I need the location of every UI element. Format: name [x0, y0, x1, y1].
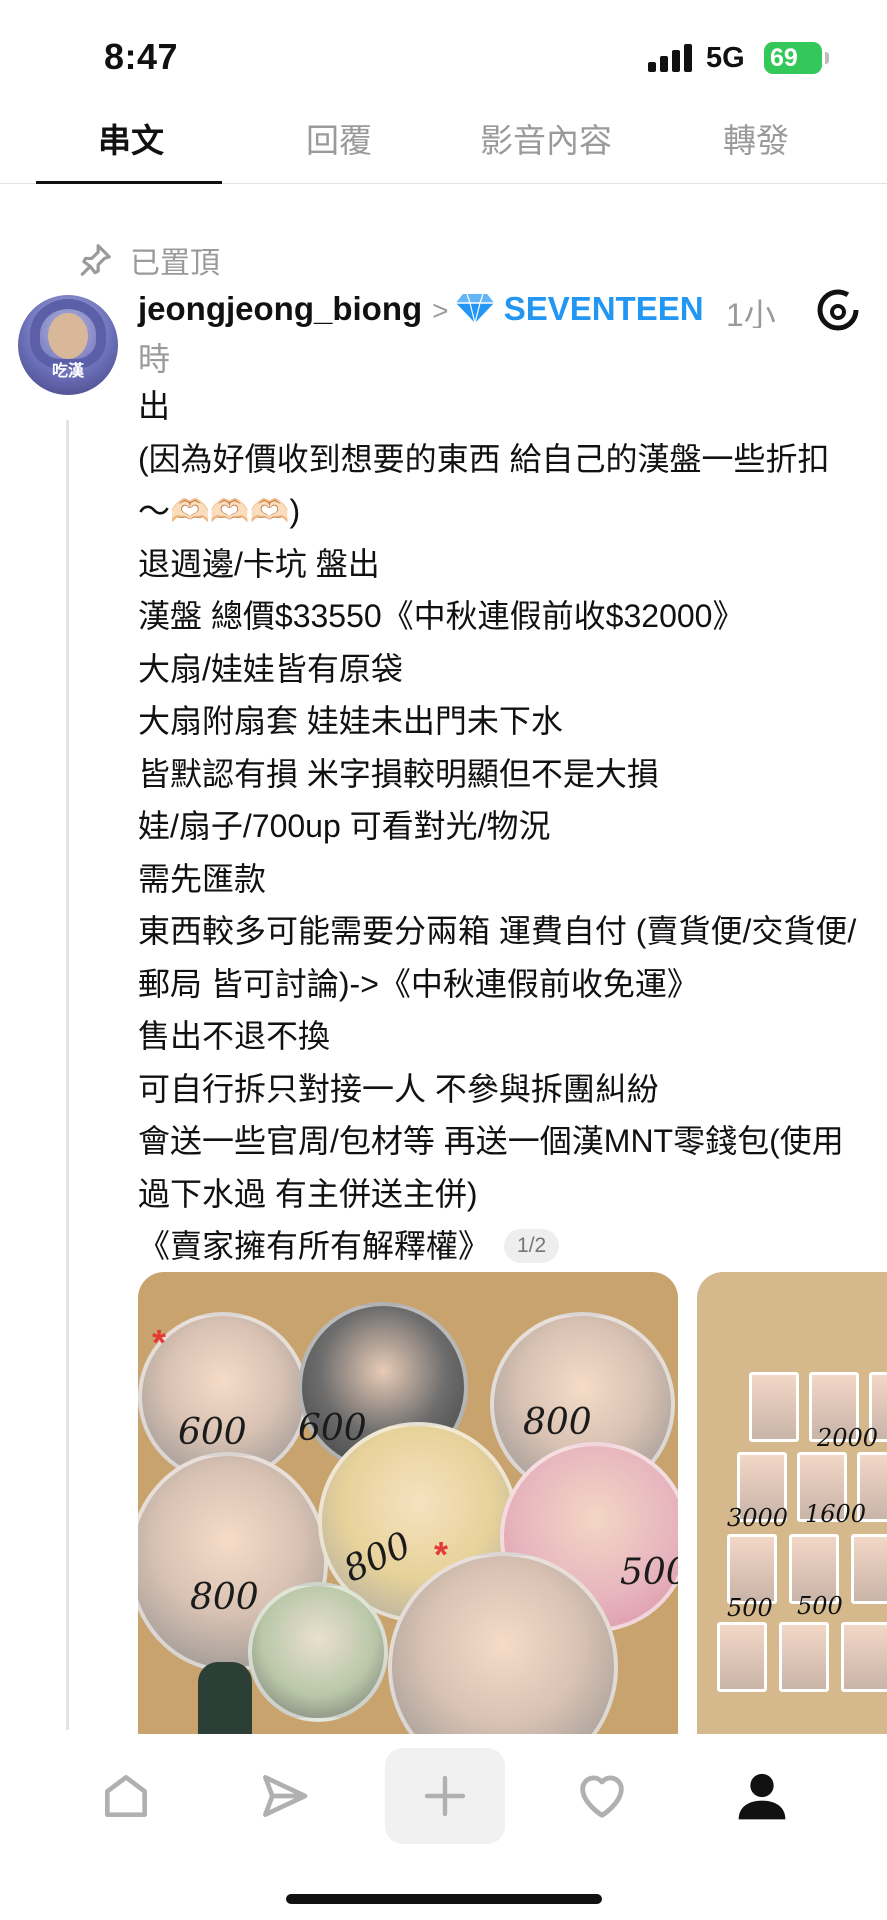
new-post-button[interactable]: [385, 1748, 505, 1844]
post-line: 《賣家擁有所有解釋權》: [138, 1228, 491, 1264]
post-header: jeongjeong_biong > SEVENTEEN: [138, 290, 798, 332]
tab-threads[interactable]: 串文: [98, 114, 164, 162]
post-line: 娃/扇子/700up 可看對光/物況: [138, 808, 551, 844]
pin-icon: [80, 244, 111, 276]
threads-logo-icon[interactable]: [816, 288, 860, 332]
post-body: 出 (因為好價收到想要的東西 給自己的漢盤一些折扣～🫶🏻🫶🏻🫶🏻) 退週邊/卡坑…: [138, 380, 860, 1273]
post-line: 東西較多可能需要分兩箱 運費自付 (賣貨便/交貨便/郵局 皆可討論)->《中秋連…: [138, 913, 857, 1002]
post-line: 皆默認有損 米字損較明顯但不是大損: [138, 755, 659, 792]
post-line: 退週邊/卡坑 盤出: [138, 545, 380, 582]
battery-icon: 69: [764, 42, 829, 74]
tab-replies[interactable]: 回覆: [306, 114, 372, 162]
image-counter: 1/2: [504, 1229, 560, 1263]
pinned-label: 已置頂: [130, 247, 220, 280]
post-line: 大扇附扇套 娃娃未出門未下水: [138, 703, 563, 739]
heart-icon[interactable]: [542, 1736, 662, 1856]
post-image-fans[interactable]: * * 600 600 800 800 800 500: [138, 1272, 678, 1734]
signal-icon: [648, 44, 692, 72]
price-label: 2000: [817, 1424, 879, 1452]
status-time: 8:47: [104, 36, 179, 77]
star-mark: *: [152, 1322, 167, 1363]
price-label: 600: [178, 1412, 247, 1453]
avatar[interactable]: 吃漢: [18, 295, 118, 395]
home-indicator: [286, 1894, 602, 1904]
post-line: 會送一些官周/包材等 再送一個漢MNT零錢包(使用過下水過 有主併送主併): [138, 1123, 844, 1212]
post-line: 可自行拆只對接一人 不參與拆團糾紛: [138, 1070, 659, 1107]
chevron-right-icon: >: [432, 295, 449, 326]
price-label: 1600: [805, 1500, 867, 1528]
profile-tabs: 串文 回覆 影音內容 轉發: [0, 96, 887, 184]
post-time-wrap: 時: [138, 341, 171, 377]
price-label: 500: [620, 1552, 678, 1593]
post-line: (因為好價收到想要的東西 給自己的漢盤一些折扣～🫶🏻🫶🏻🫶🏻): [138, 440, 830, 530]
diamond-icon: [455, 292, 495, 332]
price-label: 600: [298, 1408, 367, 1449]
post-line: 需先匯款: [138, 860, 267, 897]
plus-icon: [424, 1775, 466, 1817]
bottom-nav: [0, 1736, 887, 1920]
post-line: 漢盤 總價$33550《中秋連假前收$32000》: [138, 598, 745, 634]
tab-media[interactable]: 影音內容: [480, 114, 612, 162]
network-type: 5G: [706, 42, 745, 74]
price-label: 500: [727, 1594, 773, 1622]
profile-icon[interactable]: [702, 1736, 822, 1856]
tab-reposts[interactable]: 轉發: [723, 114, 789, 162]
username[interactable]: jeongjeong_biong: [138, 290, 422, 327]
price-label: 800: [190, 1577, 259, 1618]
send-icon[interactable]: [224, 1736, 344, 1856]
star-mark: *: [434, 1534, 449, 1575]
home-icon[interactable]: [66, 1736, 186, 1856]
avatar-label: 吃漢: [51, 363, 84, 380]
community-tag[interactable]: SEVENTEEN: [504, 290, 704, 327]
pinned-row: 已置頂: [76, 240, 220, 280]
status-bar: 8:47 5G 69: [0, 0, 887, 90]
price-label: 800: [523, 1402, 592, 1443]
post-line: 出: [138, 388, 171, 424]
price-label: 3000: [727, 1504, 789, 1532]
post-time: 1小: [726, 297, 776, 328]
thread-line: [66, 420, 69, 1730]
post-line: 售出不退不換: [138, 1018, 331, 1054]
active-tab-indicator: [36, 181, 222, 184]
post-line: 大扇/娃娃皆有原袋: [138, 650, 403, 687]
price-label: 500: [797, 1592, 843, 1620]
post-image-photocards[interactable]: 2000 3000 1600 500 500: [697, 1272, 887, 1734]
